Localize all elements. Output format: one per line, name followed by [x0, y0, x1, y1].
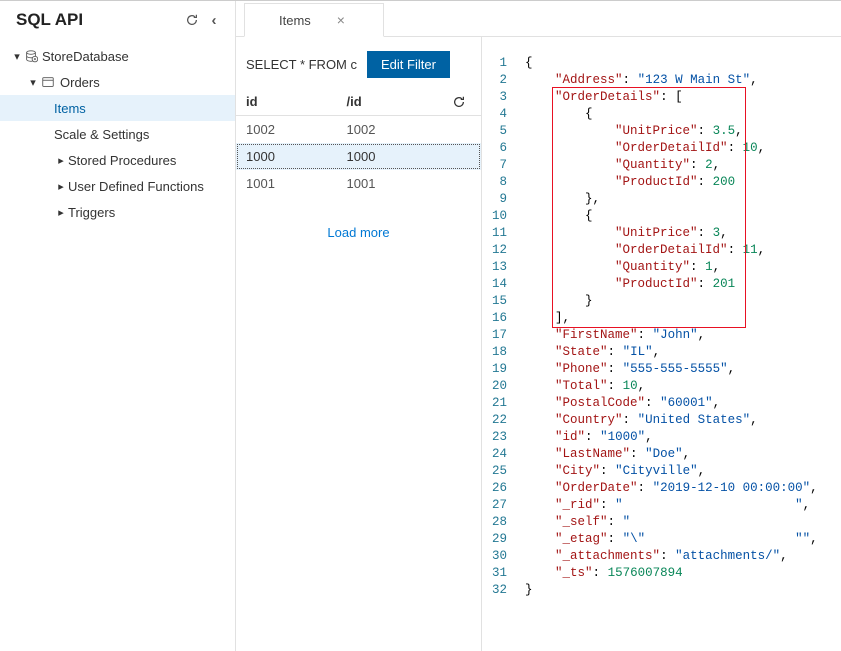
refresh-grid-icon[interactable]: [447, 95, 471, 109]
code-line: "ProductId": 201: [525, 276, 841, 293]
grid-header-partition[interactable]: /id: [347, 94, 448, 109]
cell-id: 1001: [246, 176, 347, 191]
table-row[interactable]: 10001000: [236, 143, 481, 170]
main-pane: Items × SELECT * FROM c Edit Filter id /…: [236, 1, 841, 651]
app-root: SQL API ‹ ▾ StoreDatabase ▾: [0, 0, 841, 651]
sidebar: SQL API ‹ ▾ StoreDatabase ▾: [0, 1, 236, 651]
code-line: {: [525, 55, 841, 72]
code-line: "LastName": "Doe",: [525, 446, 841, 463]
load-more: Load more: [236, 197, 481, 268]
grid-pane: SELECT * FROM c Edit Filter id /id 10021…: [236, 37, 482, 651]
code-line: "UnitPrice": 3,: [525, 225, 841, 242]
query-row: SELECT * FROM c Edit Filter: [236, 37, 481, 88]
tree-label: Orders: [60, 75, 100, 90]
resource-tree: ▾ StoreDatabase ▾ Orders Ite: [0, 39, 235, 229]
code-line: "Phone": "555-555-5555",: [525, 361, 841, 378]
code-line: "OrderDetailId": 10,: [525, 140, 841, 157]
tab-label: Items: [279, 13, 311, 28]
tree-node-scale-settings[interactable]: Scale & Settings: [0, 121, 235, 147]
tree-node-items[interactable]: Items: [0, 95, 235, 121]
load-more-link[interactable]: Load more: [327, 225, 389, 240]
tree-label: Scale & Settings: [54, 127, 149, 142]
code-line: "_etag": "\" "",: [525, 531, 841, 548]
tree-label: Triggers: [68, 205, 115, 220]
json-editor[interactable]: 1234567891011121314151617181920212223242…: [482, 37, 841, 651]
code-line: "City": "Cityville",: [525, 463, 841, 480]
code-line: ],: [525, 310, 841, 327]
code-line: "_rid": " ",: [525, 497, 841, 514]
table-row[interactable]: 10021002: [236, 116, 481, 143]
code-line: {: [525, 208, 841, 225]
caret-down-icon: ▾: [10, 50, 24, 63]
table-row[interactable]: 10011001: [236, 170, 481, 197]
tree-label: User Defined Functions: [68, 179, 204, 194]
code-line: }: [525, 582, 841, 599]
code-line: },: [525, 191, 841, 208]
cell-id: 1000: [246, 149, 347, 164]
caret-right-icon: ▸: [54, 154, 68, 167]
code-line: "Address": "123 W Main St",: [525, 72, 841, 89]
editor-code[interactable]: { "Address": "123 W Main St", "OrderDeta…: [525, 55, 841, 651]
tree-label: Stored Procedures: [68, 153, 176, 168]
tree-node-stored-procedures[interactable]: ▸ Stored Procedures: [0, 147, 235, 173]
code-line: "_attachments": "attachments/",: [525, 548, 841, 565]
caret-right-icon: ▸: [54, 180, 68, 193]
database-icon: [24, 49, 38, 63]
sidebar-header: SQL API ‹: [0, 1, 235, 39]
content-row: SELECT * FROM c Edit Filter id /id 10021…: [236, 37, 841, 651]
tree-label: StoreDatabase: [42, 49, 129, 64]
grid-header: id /id: [236, 88, 481, 116]
refresh-icon[interactable]: [181, 9, 203, 31]
code-line: "OrderDetails": [: [525, 89, 841, 106]
code-line: }: [525, 293, 841, 310]
container-icon: [40, 74, 56, 90]
tab-bar: Items ×: [236, 1, 841, 37]
tree-node-container[interactable]: ▾ Orders: [0, 69, 235, 95]
tree-node-triggers[interactable]: ▸ Triggers: [0, 199, 235, 225]
cell-id: 1002: [246, 122, 347, 137]
cell-partition: 1000: [347, 149, 448, 164]
cell-partition: 1002: [347, 122, 448, 137]
code-line: "_ts": 1576007894: [525, 565, 841, 582]
code-line: "_self": ": [525, 514, 841, 531]
code-line: "State": "IL",: [525, 344, 841, 361]
code-line: "Total": 10,: [525, 378, 841, 395]
code-line: "Quantity": 1,: [525, 259, 841, 276]
caret-down-icon: ▾: [26, 76, 40, 89]
items-grid: id /id 100210021000100010011001: [236, 88, 481, 197]
cell-partition: 1001: [347, 176, 448, 191]
code-line: "UnitPrice": 3.5,: [525, 123, 841, 140]
tab-items[interactable]: Items ×: [244, 3, 384, 37]
code-line: "Country": "United States",: [525, 412, 841, 429]
collapse-sidebar-icon[interactable]: ‹: [203, 9, 225, 31]
code-line: "Quantity": 2,: [525, 157, 841, 174]
close-tab-icon[interactable]: ×: [337, 13, 345, 27]
caret-right-icon: ▸: [54, 206, 68, 219]
editor-gutter: 1234567891011121314151617181920212223242…: [482, 55, 525, 651]
grid-header-id[interactable]: id: [246, 94, 347, 109]
tree-node-user-defined-functions[interactable]: ▸ User Defined Functions: [0, 173, 235, 199]
tree-node-database[interactable]: ▾ StoreDatabase: [0, 43, 235, 69]
code-line: "FirstName": "John",: [525, 327, 841, 344]
sidebar-title: SQL API: [16, 10, 181, 30]
code-line: "id": "1000",: [525, 429, 841, 446]
code-line: "OrderDetailId": 11,: [525, 242, 841, 259]
tree-label: Items: [54, 101, 86, 116]
code-line: {: [525, 106, 841, 123]
edit-filter-button[interactable]: Edit Filter: [367, 51, 450, 78]
code-line: "OrderDate": "2019-12-10 00:00:00",: [525, 480, 841, 497]
code-line: "PostalCode": "60001",: [525, 395, 841, 412]
code-line: "ProductId": 200: [525, 174, 841, 191]
query-text: SELECT * FROM c: [246, 57, 357, 72]
